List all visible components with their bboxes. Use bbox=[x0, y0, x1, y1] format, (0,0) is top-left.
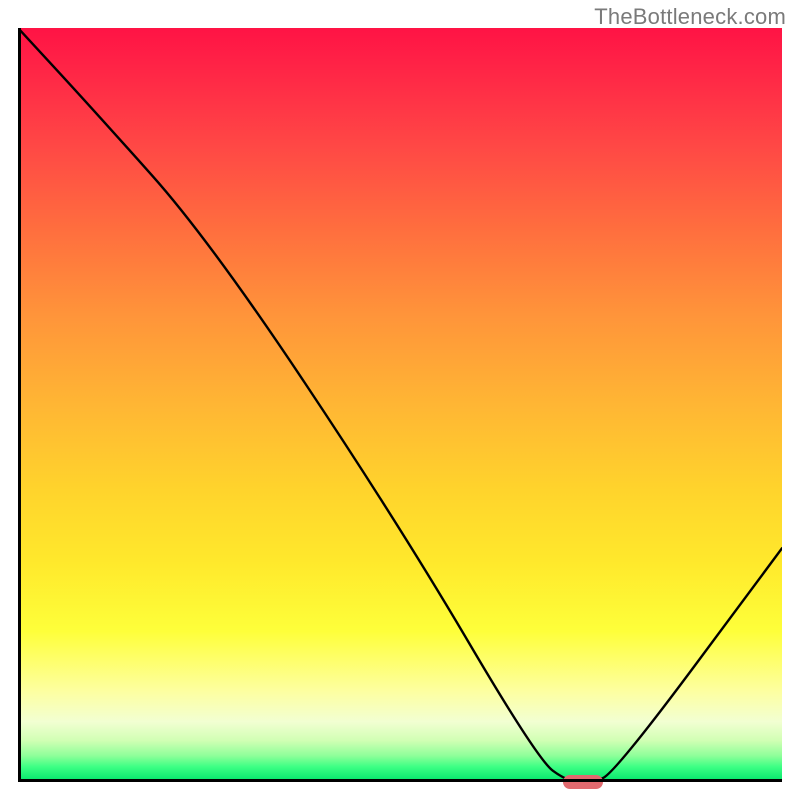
plot-area bbox=[18, 28, 782, 782]
x-axis-line bbox=[18, 779, 782, 782]
attribution-text: TheBottleneck.com bbox=[594, 4, 786, 30]
y-axis-line bbox=[18, 28, 21, 782]
optimal-marker bbox=[563, 775, 603, 789]
bottleneck-line bbox=[18, 28, 782, 782]
bottleneck-chart: TheBottleneck.com bbox=[0, 0, 800, 800]
